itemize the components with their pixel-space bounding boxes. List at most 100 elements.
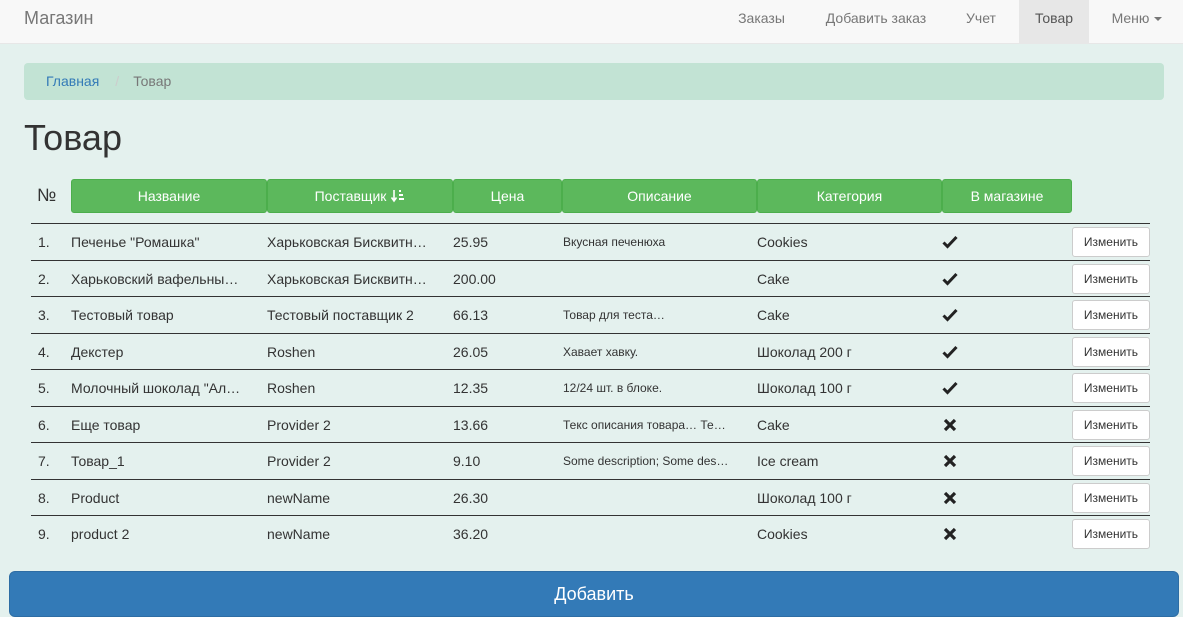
product-name-cell: Тестовый товар (71, 307, 174, 323)
category-cell: Ice cream (757, 453, 819, 469)
column-header-in-store[interactable]: В магазине (942, 179, 1072, 213)
description-cell: 12/24 шт. в блоке. (563, 381, 663, 395)
cross-icon (943, 418, 957, 431)
brand-logo[interactable]: Магазин (24, 0, 93, 37)
edit-button[interactable]: Изменить (1072, 519, 1150, 549)
edit-button[interactable]: Изменить (1072, 300, 1150, 330)
column-header-supplier-label: Поставщик (314, 188, 387, 204)
row-number-cell: 9. (38, 526, 50, 542)
product-name-cell: product 2 (71, 526, 130, 542)
price-cell: 66.13 (453, 307, 489, 323)
column-header-name[interactable]: Название (71, 179, 267, 213)
category-cell: Шоколад 100 г (757, 489, 852, 506)
description-cell: Хавает хавку. (563, 344, 639, 359)
price-cell: 12.35 (453, 380, 489, 396)
column-header-number: № (37, 185, 57, 205)
column-header-description[interactable]: Описание (562, 179, 757, 213)
row-number-cell: 1. (38, 234, 50, 250)
table-row-divider (31, 515, 1150, 516)
nav-item-products[interactable]: Товар (1019, 0, 1089, 43)
nav-item-add-order[interactable]: Добавить заказ (808, 0, 944, 43)
table-row-divider (31, 442, 1150, 443)
price-cell: 9.10 (453, 453, 481, 469)
breadcrumb-home-link[interactable]: Главная (46, 73, 99, 89)
edit-button[interactable]: Изменить (1072, 227, 1150, 257)
table-row-divider (31, 405, 1150, 407)
product-name-cell: Еще товар (71, 416, 141, 433)
category-cell: Шоколад 100 г (757, 380, 852, 396)
description-cell: Текс описания товара… Те… (563, 417, 726, 432)
column-header-supplier[interactable]: Поставщик (267, 179, 453, 213)
check-icon (942, 308, 958, 322)
breadcrumb-separator: / (115, 73, 120, 89)
nav-item-menu-dropdown[interactable]: Меню (1097, 0, 1177, 43)
table-row-divider (31, 259, 1150, 261)
table-row-divider (31, 369, 1150, 370)
edit-button[interactable]: Изменить (1072, 263, 1150, 294)
sort-amount-icon (391, 190, 405, 203)
column-header-price[interactable]: Цена (453, 179, 562, 213)
description-cell: Товар для теста… (563, 308, 665, 322)
supplier-name-cell: Roshen (267, 343, 316, 360)
row-number-cell: 2. (38, 270, 50, 287)
edit-button[interactable]: Изменить (1072, 373, 1150, 403)
table-row-divider (31, 296, 1150, 297)
supplier-name-cell: newName (267, 489, 331, 506)
edit-button[interactable]: Изменить (1072, 446, 1150, 476)
cross-icon (943, 527, 957, 541)
product-name-cell: Товар_1 (71, 453, 125, 469)
breadcrumb-current: Товар (133, 73, 172, 89)
price-cell: 36.20 (453, 526, 489, 542)
edit-button[interactable]: Изменить (1072, 336, 1150, 367)
supplier-name-cell: Тестовый поставщик 2 (267, 307, 414, 323)
price-cell: 200.00 (453, 270, 496, 287)
table-row-divider (31, 223, 1150, 224)
product-name-cell: Харьковский вафельны… (71, 270, 239, 287)
supplier-name-cell: Roshen (267, 380, 316, 396)
check-icon (942, 381, 958, 395)
row-number-cell: 8. (38, 489, 50, 506)
price-cell: 25.95 (453, 234, 489, 250)
add-product-button[interactable]: Добавить (9, 571, 1179, 617)
cross-icon (943, 454, 957, 468)
nav-item-accounting[interactable]: Учет (952, 0, 1010, 43)
supplier-name-cell: newName (267, 526, 331, 542)
top-navbar: Магазин Заказы Добавить заказ Учет Товар… (0, 0, 1183, 44)
supplier-name-cell: Харьковская Бисквитн… (267, 234, 427, 250)
supplier-name-cell: Provider 2 (267, 416, 331, 433)
product-name-cell: Декстер (71, 343, 124, 360)
row-number-cell: 6. (38, 416, 50, 433)
product-name-cell: Молочный шоколад "Ал… (71, 380, 241, 396)
check-icon (942, 345, 958, 359)
supplier-name-cell: Харьковская Бисквитн… (267, 270, 427, 287)
category-cell: Cake (757, 307, 790, 323)
cross-icon (943, 491, 957, 504)
row-number-cell: 3. (38, 307, 50, 323)
table-row-divider (31, 332, 1150, 334)
product-name-cell: Печенье "Ромашка" (71, 234, 200, 250)
price-cell: 26.05 (453, 343, 489, 360)
column-header-category[interactable]: Категория (757, 179, 942, 213)
category-cell: Cookies (757, 526, 808, 542)
page-title: Товар (24, 117, 122, 158)
price-cell: 26.30 (453, 489, 489, 506)
edit-button[interactable]: Изменить (1072, 409, 1150, 440)
table-row-divider (31, 478, 1150, 480)
category-cell: Cookies (757, 234, 808, 250)
row-number-cell: 7. (38, 453, 50, 469)
price-cell: 13.66 (453, 416, 489, 433)
nav-item-menu-label: Меню (1111, 10, 1150, 26)
check-icon (942, 235, 958, 249)
row-number-cell: 5. (38, 380, 50, 396)
check-icon (942, 272, 958, 286)
breadcrumb: Главная / Товар (24, 63, 1164, 100)
description-cell: Вкусная печенюха (563, 235, 666, 249)
product-name-cell: Product (71, 489, 120, 506)
description-cell: Some description; Some des… (563, 454, 729, 468)
row-number-cell: 4. (38, 343, 50, 360)
category-cell: Шоколад 200 г (757, 343, 852, 360)
edit-button[interactable]: Изменить (1072, 482, 1150, 513)
category-cell: Cake (757, 416, 790, 433)
category-cell: Cake (757, 270, 790, 287)
nav-item-orders[interactable]: Заказы (723, 0, 800, 43)
